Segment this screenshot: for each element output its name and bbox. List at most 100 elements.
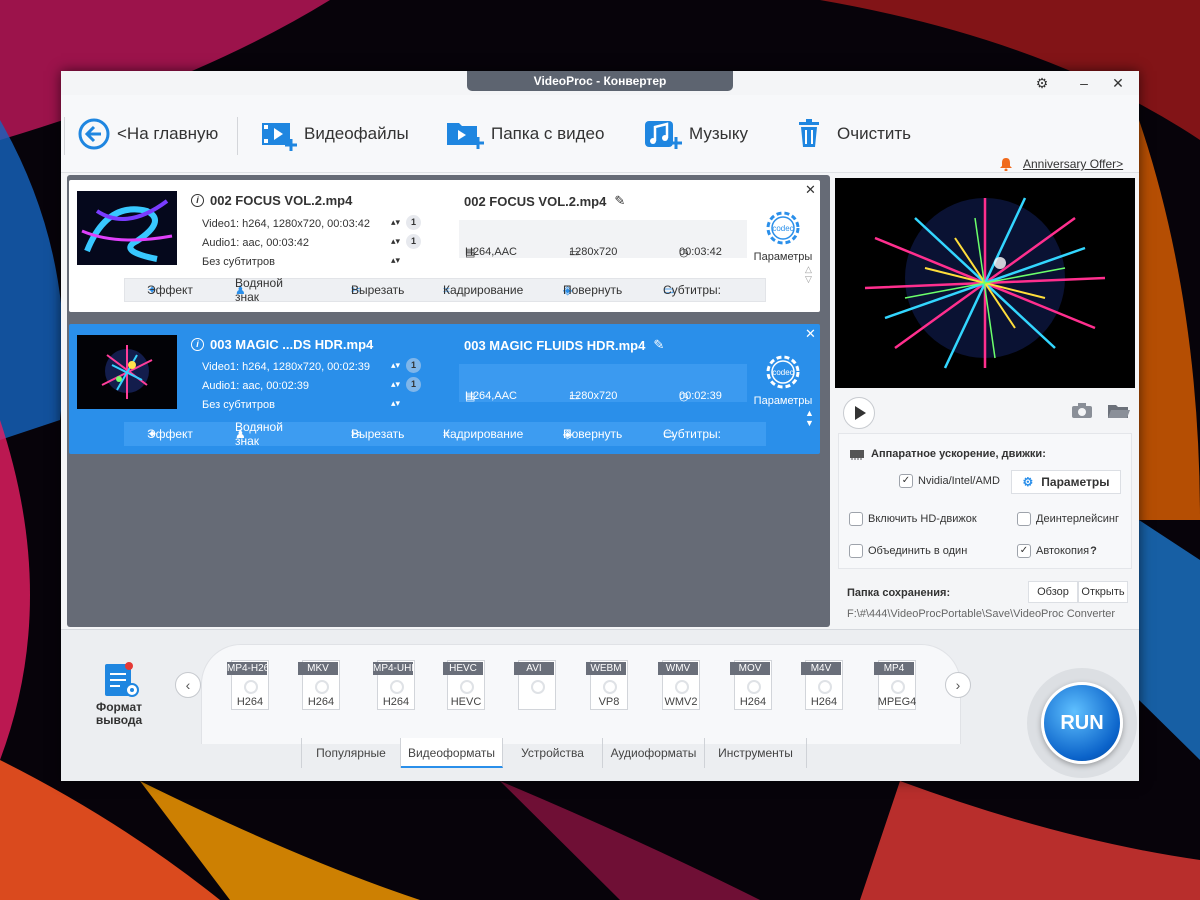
hd-engine-checkbox[interactable]: Включить HD-движок xyxy=(849,512,977,526)
add-video-icon xyxy=(262,123,297,151)
audio-track[interactable]: Audio1: aac, 00:03:42 xyxy=(202,237,309,249)
film-reel-icon xyxy=(818,680,832,694)
audio-track-spinner[interactable]: ▴▾ xyxy=(391,236,400,247)
format-item[interactable]: AVI xyxy=(514,660,560,714)
merge-checkbox[interactable]: Объединить в один xyxy=(849,544,967,558)
codec-gear-icon: codec xyxy=(766,211,800,245)
reorder-arrows[interactable]: ▲ ▼ xyxy=(805,408,814,428)
checkbox-unchecked[interactable] xyxy=(1017,512,1031,526)
remove-item-button[interactable]: ✕ xyxy=(805,326,816,342)
minimize-button[interactable]: – xyxy=(1073,73,1095,93)
video-list: i 002 FOCUS VOL.2.mp4 Video1: h264, 1280x… xyxy=(67,175,830,627)
hw-title: Аппаратное ускорение, движки: xyxy=(871,448,1046,460)
deinterlace-checkbox[interactable]: Деинтерлейсинг xyxy=(1017,512,1119,526)
crop-label: Кадрирование xyxy=(443,427,524,441)
edit-pencil-icon[interactable]: ✎ xyxy=(614,193,625,209)
bell-icon xyxy=(1000,158,1012,171)
codec-settings-button[interactable]: codec Параметры xyxy=(751,210,815,263)
format-item[interactable]: MKV H264 xyxy=(298,660,344,714)
audio-count-badge: 1 xyxy=(406,234,421,249)
audio-track[interactable]: Audio1: aac, 00:02:39 xyxy=(202,380,309,392)
format-item[interactable]: MOV H264 xyxy=(730,660,776,714)
codec-settings-button[interactable]: codec Параметры xyxy=(751,354,815,407)
reorder-arrows[interactable]: △ ▽ xyxy=(805,264,812,284)
run-button[interactable]: RUN xyxy=(1041,682,1123,764)
format-tag: M4V xyxy=(801,662,841,675)
checkbox-checked[interactable]: ✓ xyxy=(1017,544,1031,558)
output-duration: 00:03:42 xyxy=(679,246,722,258)
video-track[interactable]: Video1: h264, 1280x720, 00:02:39 xyxy=(202,361,370,373)
format-item[interactable]: WEBM VP8 xyxy=(586,660,632,714)
video-track-spinner[interactable]: ▴▾ xyxy=(391,217,400,228)
autocopy-label: Автокопия xyxy=(1036,545,1090,557)
subtitle-track-spinner[interactable]: ▴▾ xyxy=(391,255,400,266)
save-path[interactable]: F:\#\444\VideoProcPortable\Save\VideoPro… xyxy=(847,608,1115,620)
autocopy-checkbox[interactable]: ✓ Автокопия? xyxy=(1017,544,1097,558)
add-folder-button[interactable]: Папка с видео xyxy=(445,95,604,173)
film-reel-icon xyxy=(390,680,404,694)
open-button[interactable]: Открыть xyxy=(1078,581,1128,603)
subtitle-track[interactable]: Без субтитров xyxy=(202,399,275,411)
format-tag: MOV xyxy=(730,662,770,675)
browse-button[interactable]: Обзор xyxy=(1028,581,1078,603)
remove-item-button[interactable]: ✕ xyxy=(805,182,816,198)
output-format-panel: Формат вывода ‹ › MP4-H264 H264 MKV H264 M… xyxy=(61,629,1139,781)
open-folder-icon[interactable] xyxy=(1107,403,1131,424)
output-format-icon xyxy=(105,662,139,697)
video-item[interactable]: i 002 FOCUS VOL.2.mp4 Video1: h264, 1280x… xyxy=(69,180,820,312)
info-icon[interactable]: i xyxy=(191,194,204,207)
video-track[interactable]: Video1: h264, 1280x720, 00:03:42 xyxy=(202,218,370,230)
format-item[interactable]: WMV WMV2 xyxy=(658,660,704,714)
format-codec: H264 xyxy=(739,696,767,708)
source-filename: 003 MAGIC ...DS HDR.mp4 xyxy=(210,337,374,352)
checkbox-unchecked[interactable] xyxy=(849,544,863,558)
edit-pencil-icon[interactable]: ✎ xyxy=(653,337,664,353)
video-track-spinner[interactable]: ▴▾ xyxy=(391,360,400,371)
add-video-button[interactable]: Видеофайлы xyxy=(260,95,409,173)
format-item[interactable]: HEVC HEVC xyxy=(443,660,489,714)
anniversary-offer-link[interactable]: Anniversary Offer> xyxy=(999,157,1123,171)
output-filename[interactable]: 002 FOCUS VOL.2.mp4 xyxy=(464,194,606,209)
scroll-right-button[interactable]: › xyxy=(945,672,971,698)
tab-audio-formats[interactable]: Аудиоформаты xyxy=(603,738,705,768)
help-icon[interactable]: ? xyxy=(1090,545,1097,557)
tab-video-formats[interactable]: Видеоформаты xyxy=(401,738,503,768)
format-codec: H264 xyxy=(382,696,410,708)
format-item[interactable]: MP4 MPEG4 xyxy=(874,660,920,714)
format-item[interactable]: MP4-H264 H264 xyxy=(227,660,273,714)
tab-tools[interactable]: Инструменты xyxy=(705,738,807,768)
effect-label: Эффект xyxy=(147,427,193,441)
tab-devices[interactable]: Устройства xyxy=(503,738,603,768)
settings-gear-icon[interactable]: ⚙ xyxy=(1031,73,1053,93)
home-button[interactable]: <На главную xyxy=(77,95,218,173)
checkbox-checked[interactable]: ✓ xyxy=(899,474,913,488)
subtitle-track-spinner[interactable]: ▴▾ xyxy=(391,398,400,409)
nvidia-checkbox[interactable]: ✓ Nvidia/Intel/AMD xyxy=(899,474,1000,488)
scroll-left-button[interactable]: ‹ xyxy=(175,672,201,698)
crop-label: Кадрирование xyxy=(443,283,524,297)
info-icon[interactable]: i xyxy=(191,338,204,351)
clear-button[interactable]: Очистить xyxy=(793,95,911,173)
output-filename[interactable]: 003 MAGIC FLUIDS HDR.mp4 xyxy=(464,338,645,353)
video-item-selected[interactable]: i 003 MAGIC ...DS HDR.mp4 Video1: h264, 1… xyxy=(69,324,820,454)
output-resolution: 1280x720 xyxy=(569,246,618,258)
add-video-label: Видеофайлы xyxy=(304,124,409,143)
subtitles-label: Субтитры: xyxy=(663,283,722,297)
play-button[interactable] xyxy=(843,397,875,429)
title-bar: VideoProc - Конвертер ⚙ – ✕ xyxy=(61,71,1139,95)
snapshot-camera-icon[interactable] xyxy=(1071,403,1093,424)
format-item[interactable]: MP4-UHD H264 xyxy=(373,660,419,714)
close-window-button[interactable]: ✕ xyxy=(1107,73,1129,93)
format-tag: HEVC xyxy=(443,662,483,675)
hw-params-button[interactable]: ⚙ Параметры xyxy=(1011,470,1121,494)
trash-icon xyxy=(799,119,819,147)
codec-label: Параметры xyxy=(753,395,813,407)
checkbox-unchecked[interactable] xyxy=(849,512,863,526)
format-tag: MP4-UHD xyxy=(373,662,413,675)
output-format-button[interactable]: Формат вывода xyxy=(91,660,147,727)
subtitle-track[interactable]: Без субтитров xyxy=(202,256,275,268)
audio-track-spinner[interactable]: ▴▾ xyxy=(391,379,400,390)
format-item[interactable]: M4V H264 xyxy=(801,660,847,714)
tab-popular[interactable]: Популярные xyxy=(301,738,401,768)
add-music-button[interactable]: Музыку xyxy=(643,95,748,173)
